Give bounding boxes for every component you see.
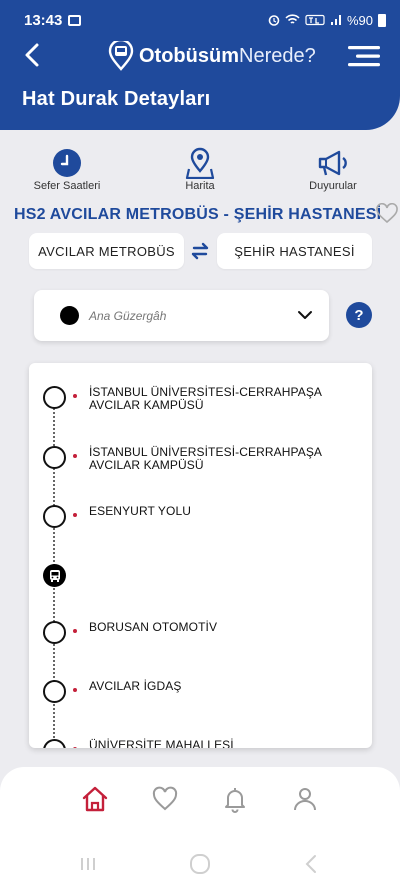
stops-list[interactable]: İSTANBUL ÜNİVERSİTESİ-CERRAHPAŞA AVCILAR… bbox=[29, 363, 372, 748]
battery-icon bbox=[378, 13, 386, 27]
route-dropdown[interactable]: Ana Güzergâh bbox=[34, 290, 329, 341]
top-bar: OtobüsümNerede? bbox=[0, 38, 400, 74]
stop-name: İSTANBUL ÜNİVERSİTESİ-CERRAHPAŞA AVCILAR… bbox=[89, 445, 322, 472]
stop-marker bbox=[73, 394, 77, 398]
home-icon[interactable] bbox=[81, 785, 109, 813]
bell-icon[interactable] bbox=[221, 785, 249, 813]
stop-marker bbox=[73, 629, 77, 633]
battery-percent: %90 bbox=[346, 12, 373, 28]
announcements-label: Duyurular bbox=[309, 180, 357, 192]
wifi-icon bbox=[285, 14, 300, 24]
recent-apps-icon[interactable] bbox=[76, 852, 100, 876]
app-logo: OtobüsümNerede? bbox=[108, 41, 316, 71]
stop-name: ESENYURT YOLU bbox=[89, 504, 192, 518]
stop-marker bbox=[73, 513, 77, 517]
stop-circle bbox=[43, 386, 66, 409]
origin-stop-button[interactable]: AVCILAR METROBÜS bbox=[29, 233, 184, 269]
swap-direction-icon[interactable] bbox=[189, 240, 211, 262]
schedule-button[interactable]: Sefer Saatleri bbox=[22, 146, 112, 192]
bus-pin-logo-icon bbox=[108, 41, 134, 71]
help-button[interactable]: ? bbox=[346, 302, 372, 328]
map-label: Harita bbox=[185, 180, 215, 192]
chevron-down-icon bbox=[298, 311, 312, 319]
stop-circle bbox=[43, 680, 66, 703]
favorites-heart-icon[interactable] bbox=[151, 785, 179, 813]
schedule-label: Sefer Saatleri bbox=[33, 180, 101, 192]
clock-icon bbox=[53, 149, 81, 177]
bus-location-icon bbox=[43, 564, 66, 587]
stop-name: BORUSAN OTOMOTİV bbox=[89, 620, 218, 634]
volte-icon bbox=[305, 14, 325, 26]
back-system-icon[interactable] bbox=[300, 852, 324, 876]
brand-light: Nerede? bbox=[239, 44, 316, 67]
route-color-dot bbox=[60, 306, 79, 325]
stop-marker bbox=[73, 747, 77, 748]
gallery-icon bbox=[68, 14, 82, 26]
status-time: 13:43 bbox=[24, 11, 63, 29]
route-selected-value: Ana Güzergâh bbox=[89, 308, 167, 323]
home-system-icon[interactable] bbox=[188, 852, 212, 876]
alarm-icon bbox=[268, 15, 280, 26]
destination-stop-button[interactable]: ŞEHİR HASTANESİ bbox=[217, 233, 372, 269]
stop-name: İSTANBUL ÜNİVERSİTESİ-CERRAHPAŞA AVCILAR… bbox=[89, 385, 322, 412]
stop-marker bbox=[73, 688, 77, 692]
map-button[interactable]: Harita bbox=[155, 146, 245, 192]
line-title: HS2 AVCILAR METROBÜS - ŞEHİR HASTANESİ bbox=[14, 206, 382, 223]
stop-marker bbox=[73, 454, 77, 458]
header: 13:43 %90 OtobüsümNerede? Hat Durak Deta… bbox=[0, 0, 400, 130]
profile-icon[interactable] bbox=[291, 785, 319, 813]
map-pin-icon bbox=[185, 147, 215, 179]
hamburger-menu-icon[interactable] bbox=[348, 44, 380, 68]
megaphone-icon bbox=[318, 150, 347, 176]
stop-circle bbox=[43, 446, 66, 469]
status-bar: 13:43 %90 bbox=[24, 10, 386, 30]
stop-circle bbox=[43, 621, 66, 644]
announcements-button[interactable]: Duyurular bbox=[288, 146, 378, 192]
stop-name: AVCILAR İGDAŞ bbox=[89, 679, 182, 693]
heart-icon[interactable] bbox=[376, 203, 398, 225]
signal-icon bbox=[330, 15, 341, 25]
back-arrow-icon[interactable] bbox=[18, 40, 48, 70]
stop-circle bbox=[43, 505, 66, 528]
stop-circle bbox=[43, 739, 66, 748]
page-title: Hat Durak Detayları bbox=[22, 88, 211, 110]
brand-bold: Otobüsüm bbox=[139, 44, 239, 67]
stop-name: ÜNİVERSİTE MAHALLESİ bbox=[89, 738, 234, 749]
